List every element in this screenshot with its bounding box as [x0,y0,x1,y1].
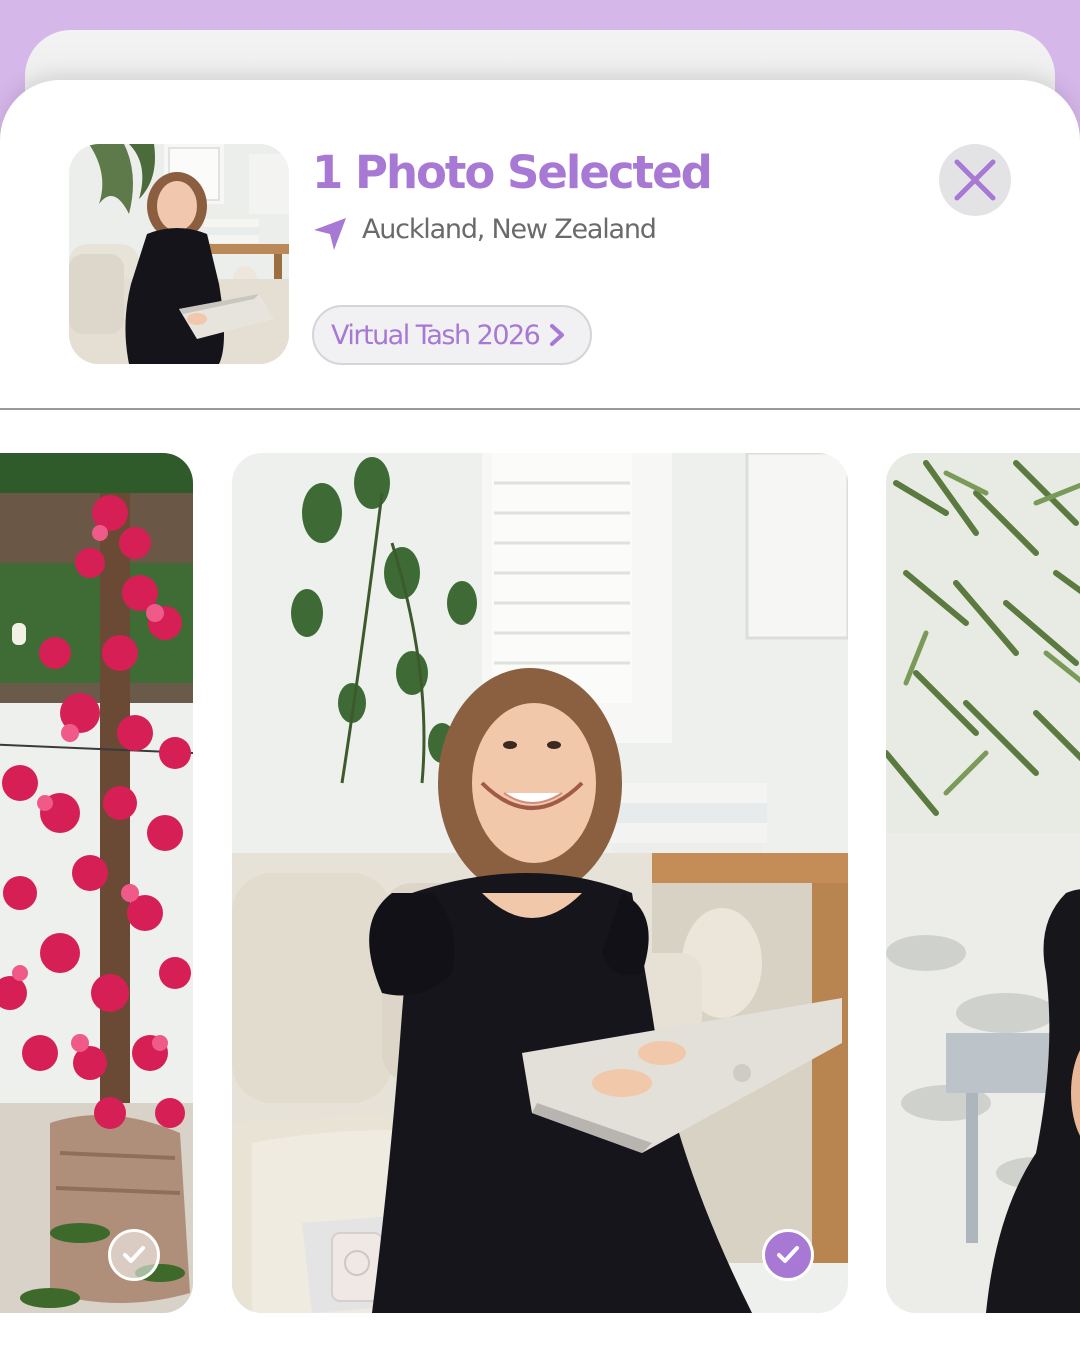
photo-select-toggle-center[interactable] [762,1229,814,1281]
chevron-right-icon [547,323,567,347]
header-divider [0,408,1080,410]
photo-card-olive-tree[interactable] [886,453,1080,1313]
album-label: Virtual Tash 2026 [331,319,541,351]
checkmark-icon [120,1241,148,1269]
selection-count-title: 1 Photo Selected [312,146,713,199]
location-label: Auckland, New Zealand [362,214,657,245]
location-arrow-icon [312,216,348,252]
checkmark-icon [774,1241,802,1269]
photo-card-woman-laptop[interactable] [232,453,848,1313]
photo-card-bougainvillea[interactable] [0,453,193,1313]
close-icon [953,158,997,202]
photo-select-toggle-left[interactable] [108,1229,160,1281]
album-button[interactable]: Virtual Tash 2026 [312,305,592,365]
selection-sheet: 1 Photo Selected Auckland, New Zealand V… [0,80,1080,1350]
selected-photo-thumbnail[interactable] [69,144,289,364]
close-button[interactable] [939,144,1011,216]
